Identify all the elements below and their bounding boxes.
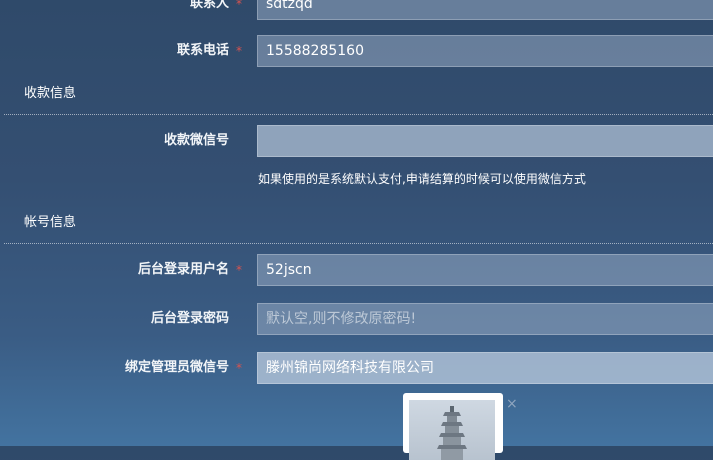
- payment-wechat-row: 收款微信号: [0, 125, 713, 159]
- image-preview-thumbnail[interactable]: [403, 393, 503, 460]
- account-section-divider: [4, 243, 713, 244]
- admin-wechat-input[interactable]: 滕州锦尚网络科技有限公司: [257, 352, 713, 384]
- close-icon[interactable]: ×: [506, 396, 518, 412]
- payment-section-header: 收款信息: [0, 84, 713, 115]
- required-mark: *: [236, 0, 242, 11]
- required-mark: *: [236, 263, 242, 277]
- password-input[interactable]: 默认空,则不修改原密码!: [257, 303, 713, 335]
- contact-person-label: 联系人: [189, 0, 229, 11]
- contact-phone-input[interactable]: 15588285160: [257, 35, 713, 67]
- payment-wechat-input[interactable]: [257, 125, 713, 157]
- payment-section-divider: [4, 114, 713, 115]
- admin-wechat-label: 绑定管理员微信号: [124, 360, 229, 375]
- contact-phone-label: 联系电话: [176, 43, 229, 58]
- pagoda-icon: [437, 406, 467, 460]
- contact-person-row: 联系人 * sdtzqd: [0, 0, 713, 20]
- required-mark: *: [236, 44, 242, 58]
- password-placeholder: 默认空,则不修改原密码!: [266, 311, 417, 327]
- password-label: 后台登录密码: [150, 311, 229, 326]
- contact-person-input[interactable]: sdtzqd: [257, 0, 713, 20]
- payment-section-title: 收款信息: [24, 86, 77, 101]
- username-input[interactable]: 52jscn: [257, 254, 713, 286]
- username-label: 后台登录用户名: [137, 262, 229, 277]
- payment-wechat-label: 收款微信号: [163, 133, 229, 148]
- account-section-header: 帐号信息: [0, 213, 713, 244]
- account-section-title: 帐号信息: [24, 215, 77, 230]
- admin-wechat-row: 绑定管理员微信号 * 滕州锦尚网络科技有限公司: [0, 352, 713, 386]
- password-row: 后台登录密码 默认空,则不修改原密码!: [0, 303, 713, 337]
- payment-wechat-hint: 如果使用的是系统默认支付,申请结算的时候可以使用微信方式: [258, 172, 586, 186]
- username-row: 后台登录用户名 * 52jscn: [0, 254, 713, 288]
- required-mark: *: [236, 361, 242, 375]
- contact-phone-row: 联系电话 * 15588285160: [0, 35, 713, 69]
- pagoda-image: [409, 400, 495, 460]
